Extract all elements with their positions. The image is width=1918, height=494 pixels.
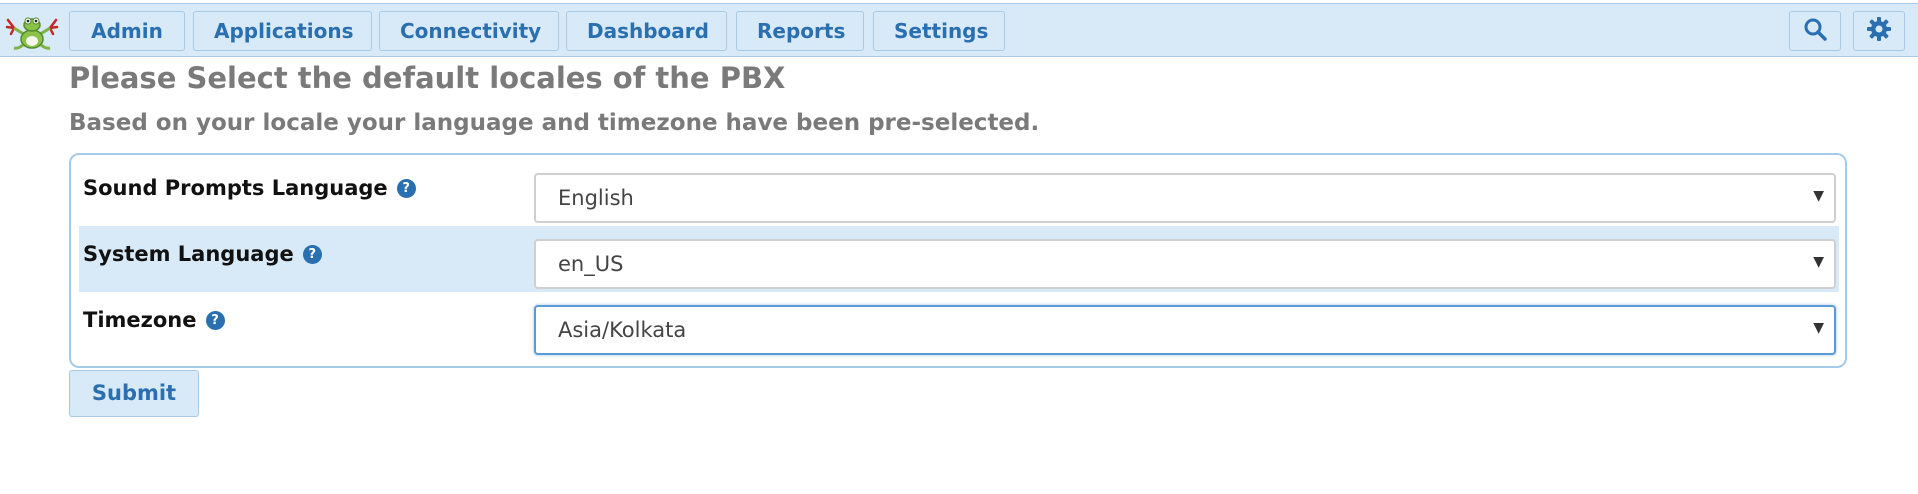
page-title: Please Select the default locales of the… [69,61,786,95]
gear-icon [1866,16,1892,46]
chevron-down-icon: ▼ [1813,320,1824,336]
chevron-down-icon: ▼ [1813,254,1824,270]
page-subtitle: Based on your locale your language and t… [69,110,1040,136]
select-value: English [558,186,634,210]
search-button[interactable] [1789,11,1841,51]
app-logo[interactable] [4,10,60,52]
top-navbar: Admin Applications Connectivity Dashboar… [0,3,1918,57]
search-icon [1803,17,1827,45]
row-label-text: System Language [83,242,294,266]
sound-prompts-language-select[interactable]: English ▼ [534,173,1836,223]
nav-admin-button[interactable]: Admin [69,11,185,51]
nav-dashboard-button[interactable]: Dashboard [566,11,727,51]
system-language-select[interactable]: en_US ▼ [534,239,1836,289]
timezone-select[interactable]: Asia/Kolkata ▼ [534,305,1836,355]
sound-prompts-language-label: Sound Prompts Language ? [83,176,416,200]
settings-gear-button[interactable] [1853,11,1905,51]
question-icon[interactable]: ? [302,244,322,264]
row-label-text: Sound Prompts Language [83,176,388,200]
question-icon[interactable]: ? [396,178,416,198]
form-row-timezone: Timezone ? Asia/Kolkata ▼ [79,292,1839,358]
nav-applications-button[interactable]: Applications [193,11,372,51]
select-value: en_US [558,252,624,276]
submit-button[interactable]: Submit [69,370,199,417]
select-value: Asia/Kolkata [558,318,687,342]
question-icon[interactable]: ? [205,310,225,330]
nav-settings-button[interactable]: Settings [873,11,1005,51]
form-row-system-language: System Language ? en_US ▼ [79,226,1839,292]
locale-form-panel: Sound Prompts Language ? English ▼ Syste… [69,153,1847,368]
chevron-down-icon: ▼ [1813,188,1824,204]
timezone-label: Timezone ? [83,308,225,332]
form-row-sound-prompts-language: Sound Prompts Language ? English ▼ [79,160,1839,226]
nav-reports-button[interactable]: Reports [736,11,864,51]
nav-connectivity-button[interactable]: Connectivity [379,11,559,51]
row-label-text: Timezone [83,308,197,332]
system-language-label: System Language ? [83,242,322,266]
